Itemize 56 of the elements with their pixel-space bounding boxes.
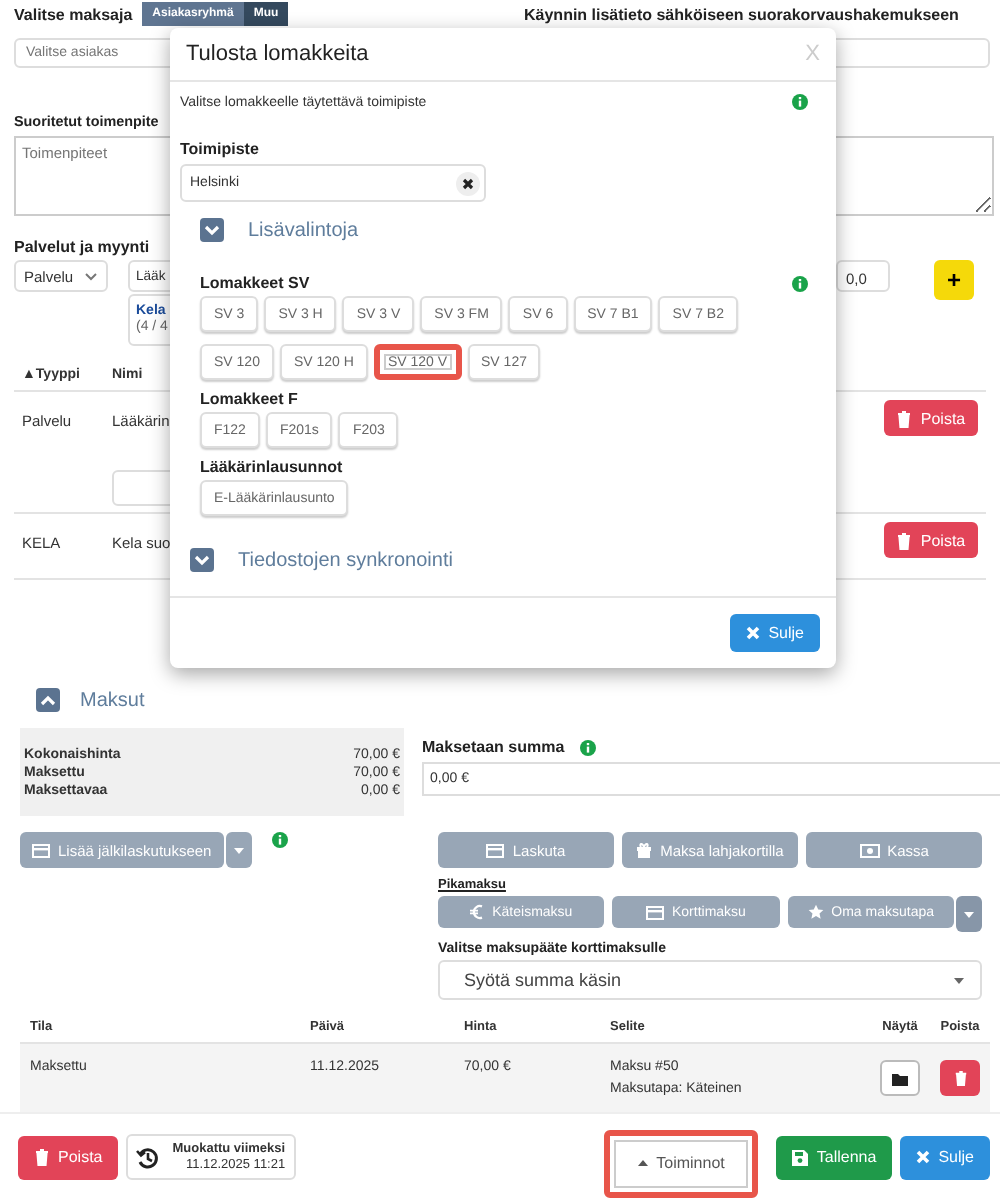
section-title: Lisävalintoja xyxy=(248,219,359,241)
section-label: Palvelut ja myynti xyxy=(14,238,150,256)
close-button[interactable]: Sulje xyxy=(900,1135,990,1179)
caret-up-icon xyxy=(638,1160,649,1166)
close-icon xyxy=(746,626,761,640)
group-label: Lääkärinlausunnot xyxy=(200,458,343,476)
info-icon[interactable] xyxy=(792,275,808,291)
card-icon xyxy=(486,843,505,857)
dropdown-toggle[interactable] xyxy=(955,896,982,932)
folder-icon xyxy=(892,1071,908,1085)
collapse-toggle[interactable] xyxy=(200,218,224,242)
collapse-toggle[interactable] xyxy=(190,548,214,572)
trash-icon xyxy=(896,531,913,549)
chevron-icon xyxy=(40,694,56,706)
card-icon xyxy=(646,905,664,919)
field-label: Käynnin lisätieto sähköiseen suorakorvaushakemukseen xyxy=(524,5,959,23)
trash-icon xyxy=(34,1148,50,1166)
save-button[interactable]: Tallenna xyxy=(776,1135,893,1179)
section-title: Tiedostojen synkronointi xyxy=(238,549,453,571)
view-button[interactable] xyxy=(880,1060,920,1096)
close-button[interactable]: Sulje xyxy=(730,614,820,652)
caret-icon xyxy=(963,911,974,917)
gift-icon xyxy=(636,842,653,858)
trash-icon xyxy=(896,409,913,427)
card-icon xyxy=(32,843,50,857)
info-icon[interactable] xyxy=(792,94,808,110)
dropdown-toggle[interactable] xyxy=(225,832,252,868)
dialog-title: Tulosta lomakkeita xyxy=(186,42,369,66)
close-icon xyxy=(916,1150,931,1164)
banknote-icon xyxy=(859,843,880,857)
delete-button[interactable] xyxy=(940,1060,980,1096)
delete-button[interactable]: Poista xyxy=(18,1135,119,1179)
add-button[interactable]: + xyxy=(934,260,974,300)
delete-button[interactable]: Poista xyxy=(884,400,978,436)
terminal-select[interactable]: Syötä summa käsin xyxy=(438,960,982,1000)
section-title: Maksut xyxy=(80,689,145,711)
trash-icon xyxy=(953,1070,967,1086)
chevron-down-icon xyxy=(84,271,98,281)
chevron-icon xyxy=(204,224,220,236)
chevron-icon xyxy=(194,554,210,566)
actions-menu-button[interactable]: Toiminnot xyxy=(604,1129,759,1197)
delete-button[interactable]: Poista xyxy=(884,522,978,558)
caret-icon xyxy=(954,977,964,983)
euro-icon xyxy=(470,904,485,920)
info-icon[interactable] xyxy=(271,832,288,848)
caret-icon xyxy=(233,847,244,853)
star-icon xyxy=(807,904,824,920)
field-label: Toimipiste xyxy=(180,140,261,158)
history-icon xyxy=(136,1145,161,1169)
group-label: Lomakkeet SV xyxy=(200,274,310,292)
collapse-toggle[interactable] xyxy=(36,688,60,712)
field-label: Valitse maksaja xyxy=(14,5,133,23)
info-icon[interactable] xyxy=(580,739,597,755)
group-label: Lomakkeet F xyxy=(200,390,298,408)
clear-icon[interactable] xyxy=(456,171,480,195)
field-label: Maksetaan summa xyxy=(422,738,565,756)
